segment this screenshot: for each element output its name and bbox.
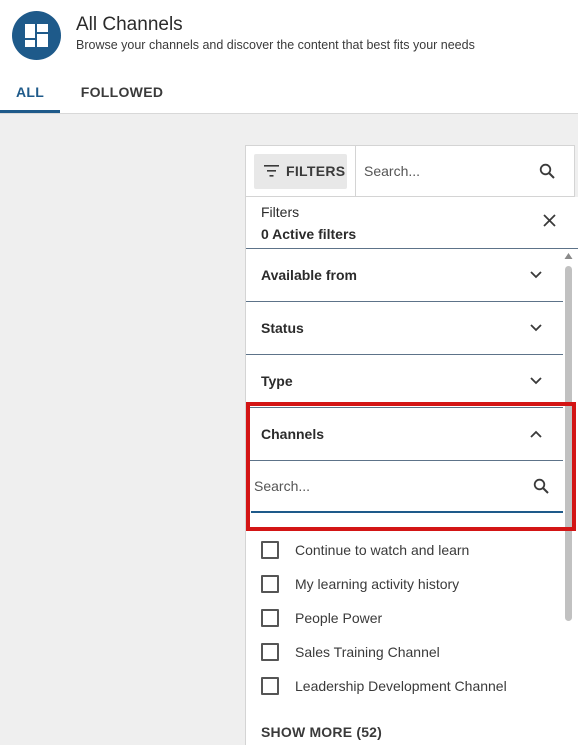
close-icon[interactable]	[543, 214, 556, 227]
channel-option[interactable]: Leadership Development Channel	[261, 673, 561, 697]
section-type[interactable]: Type	[246, 355, 563, 408]
chevron-up-icon	[530, 430, 542, 438]
filters-panel-title: Filters	[261, 204, 300, 220]
scroll-up-arrow-icon[interactable]	[564, 252, 573, 260]
chevron-down-icon	[530, 271, 542, 279]
top-search-box	[355, 146, 574, 196]
channel-option[interactable]: Sales Training Channel	[261, 639, 561, 663]
checkbox[interactable]	[261, 677, 279, 695]
filters-button[interactable]: FILTERS	[254, 154, 347, 189]
channel-search-input[interactable]	[251, 461, 521, 511]
channel-option-label: Sales Training Channel	[295, 644, 440, 660]
section-available-from[interactable]: Available from	[246, 249, 563, 302]
filters-button-label: FILTERS	[286, 163, 346, 179]
page-title: All Channels	[76, 14, 183, 35]
active-filters-count: 0 Active filters	[261, 226, 357, 242]
chevron-down-icon	[530, 324, 542, 332]
tab-all[interactable]: ALL	[0, 76, 60, 113]
search-icon[interactable]	[533, 478, 549, 494]
section-status[interactable]: Status	[246, 302, 563, 355]
chevron-down-icon	[530, 377, 542, 385]
page-subtitle: Browse your channels and discover the co…	[76, 38, 475, 52]
channel-search-box	[251, 461, 563, 513]
section-label: Channels	[261, 426, 325, 442]
checkbox[interactable]	[261, 643, 279, 661]
channel-option-label: Leadership Development Channel	[295, 678, 507, 694]
channel-option[interactable]: People Power	[261, 605, 561, 629]
channel-option[interactable]: Continue to watch and learn	[261, 537, 561, 561]
top-search-input[interactable]	[356, 146, 526, 196]
filter-toolbar: FILTERS	[245, 145, 575, 197]
checkbox[interactable]	[261, 575, 279, 593]
channel-option-label: Continue to watch and learn	[295, 542, 470, 558]
section-label: Type	[261, 373, 293, 389]
page-header: All Channels Browse your channels and di…	[0, 0, 578, 114]
checkbox[interactable]	[261, 609, 279, 627]
show-more-button[interactable]: SHOW MORE (52)	[261, 724, 382, 740]
tab-followed[interactable]: FOLLOWED	[72, 76, 172, 113]
section-label: Available from	[261, 267, 357, 283]
filter-lines-icon	[264, 165, 279, 177]
channel-option-label: People Power	[295, 610, 383, 626]
channel-option[interactable]: My learning activity history	[261, 571, 561, 595]
section-label: Status	[261, 320, 304, 336]
channel-option-label: My learning activity history	[295, 576, 460, 592]
filters-panel-header: Filters 0 Active filters	[246, 197, 578, 249]
section-channels[interactable]: Channels	[246, 408, 563, 461]
scrollbar-thumb[interactable]	[565, 266, 572, 621]
filters-panel: Filters 0 Active filters Available from …	[245, 197, 578, 745]
search-icon[interactable]	[539, 163, 555, 179]
checkbox[interactable]	[261, 541, 279, 559]
channels-grid-icon	[12, 11, 61, 60]
panel-scrollbar[interactable]	[563, 250, 574, 745]
